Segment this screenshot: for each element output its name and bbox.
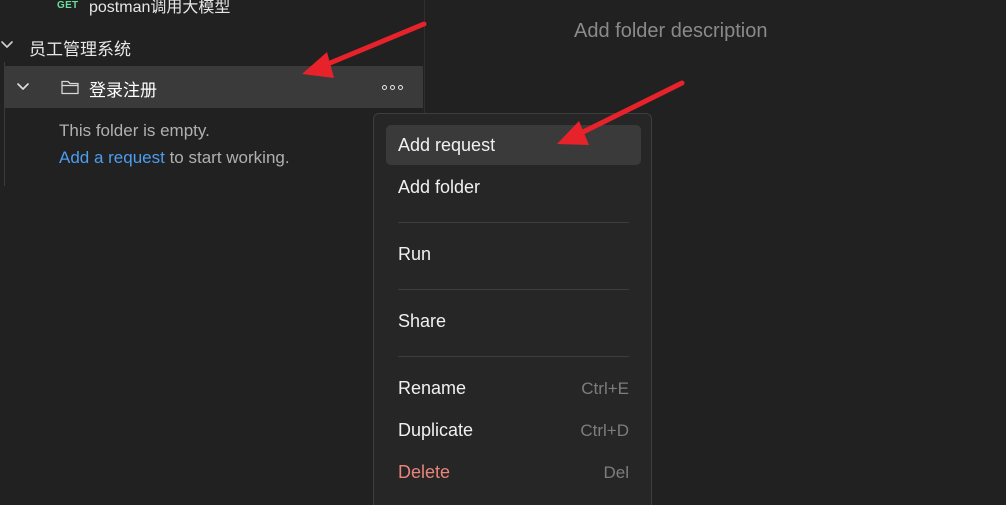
menu-item-rename[interactable]: Rename Ctrl+E <box>386 368 641 408</box>
menu-item-label: Add request <box>398 135 496 155</box>
folder-name: 登录注册 <box>89 81 157 100</box>
menu-item-shortcut: Ctrl+E <box>581 379 629 398</box>
folder-item[interactable]: 登录注册 <box>5 66 423 108</box>
folder-description-placeholder[interactable]: Add folder description <box>574 20 767 43</box>
menu-divider <box>398 289 629 290</box>
menu-item-label: Run <box>398 244 432 264</box>
app-window: GET postman调用大模型 员工管理系统 登录注册 This folder… <box>0 0 1006 505</box>
chevron-down-icon[interactable] <box>15 79 31 95</box>
menu-item-shortcut: Ctrl+D <box>580 421 629 440</box>
menu-item-run[interactable]: Run <box>386 234 641 274</box>
menu-item-add-folder[interactable]: Add folder <box>386 167 641 207</box>
add-request-link[interactable]: Add a request <box>59 148 165 167</box>
menu-item-label: Add folder <box>398 177 481 197</box>
menu-item-label: Delete <box>398 462 451 482</box>
menu-item-label: Duplicate <box>398 420 474 440</box>
empty-state-cta-rest: to start working. <box>164 148 290 167</box>
sidebar: GET postman调用大模型 员工管理系统 登录注册 This folder… <box>0 0 425 505</box>
collection-item[interactable]: 员工管理系统 <box>0 30 424 60</box>
menu-item-share[interactable]: Share <box>386 301 641 341</box>
more-horizontal-icon <box>397 84 403 90</box>
menu-item-duplicate[interactable]: Duplicate Ctrl+D <box>386 410 641 450</box>
menu-item-label: Rename <box>398 378 467 398</box>
menu-item-add-request[interactable]: Add request <box>386 125 641 165</box>
request-item[interactable]: GET postman调用大模型 <box>0 0 424 16</box>
menu-item-delete[interactable]: Delete Del <box>386 452 641 492</box>
menu-divider <box>398 356 629 357</box>
more-horizontal-icon <box>389 84 395 90</box>
empty-state-text: This folder is empty. <box>59 121 210 140</box>
menu-item-shortcut: Del <box>603 463 629 482</box>
context-menu: Add request Add folder Run Share Rename … <box>373 113 652 505</box>
folder-icon <box>61 80 79 95</box>
method-badge: GET <box>57 0 79 11</box>
request-name: postman调用大模型 <box>89 0 231 16</box>
empty-state-cta: Add a request to start working. <box>59 148 290 168</box>
more-horizontal-icon <box>381 84 387 90</box>
chevron-down-icon[interactable] <box>0 38 14 52</box>
more-options-button[interactable] <box>378 78 406 96</box>
menu-item-label: Share <box>398 311 447 331</box>
menu-divider <box>398 222 629 223</box>
collection-name: 员工管理系统 <box>29 40 131 59</box>
